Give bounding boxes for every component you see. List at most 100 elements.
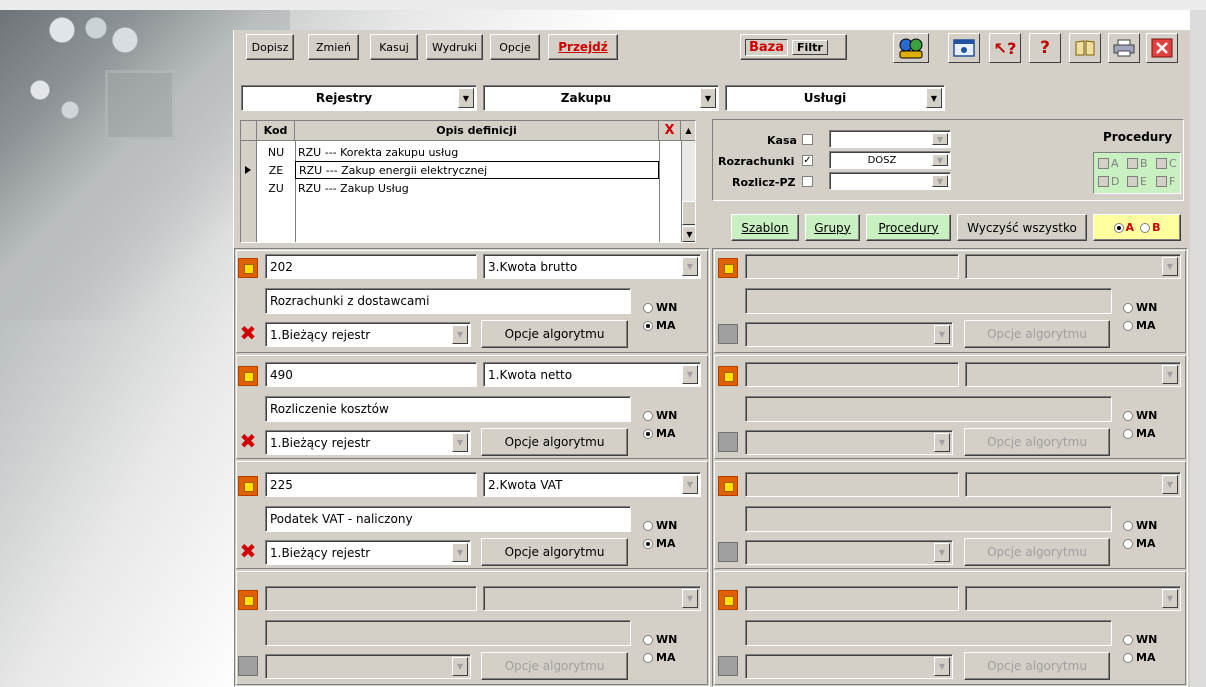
chevron-down-icon[interactable]: ▼	[932, 154, 948, 166]
chevron-down-icon[interactable]: ▼	[452, 325, 468, 344]
chevron-down-icon[interactable]: ▼	[1162, 589, 1178, 608]
chevron-down-icon[interactable]: ▼	[926, 88, 942, 108]
register-combo[interactable]: 1.Bieżący rejestr ▼	[265, 322, 471, 347]
ma-radio[interactable]: MA	[1123, 537, 1155, 550]
ma-radio[interactable]: MA	[1123, 651, 1155, 664]
chevron-down-icon[interactable]: ▼	[682, 257, 698, 276]
account-field[interactable]	[745, 586, 959, 611]
entry-active-icon[interactable]	[718, 366, 738, 386]
option-b-radio[interactable]: B	[1140, 221, 1160, 234]
chevron-down-icon[interactable]: ▼	[932, 175, 948, 187]
book-icon[interactable]	[1069, 33, 1101, 63]
kasa-checkbox[interactable]	[802, 134, 813, 145]
wn-radio[interactable]: WN	[643, 633, 677, 646]
rozrachunki-checkbox[interactable]: ✓	[802, 155, 813, 166]
scroll-thumb[interactable]	[682, 201, 695, 225]
proc-a-checkbox[interactable]: A	[1098, 157, 1119, 170]
chevron-down-icon[interactable]: ▼	[452, 543, 468, 562]
chevron-down-icon[interactable]: ▼	[700, 88, 716, 108]
chevron-down-icon[interactable]: ▼	[452, 433, 468, 452]
option-a-radio[interactable]: A	[1113, 221, 1134, 234]
account-name-field[interactable]	[745, 620, 1112, 646]
wn-radio[interactable]: WN	[643, 519, 677, 532]
entry-active-icon[interactable]	[718, 258, 738, 278]
entry-active-icon[interactable]	[718, 590, 738, 610]
rozliczpz-combo[interactable]: ▼	[829, 172, 951, 190]
ma-radio[interactable]: MA	[643, 427, 675, 440]
amount-type-combo[interactable]: ▼	[965, 472, 1181, 497]
proc-b-checkbox[interactable]: B	[1127, 157, 1148, 170]
register-combo[interactable]: ▼	[745, 540, 953, 565]
account-name-field[interactable]	[745, 396, 1112, 422]
wn-radio[interactable]: WN	[1123, 519, 1157, 532]
ma-radio[interactable]: MA	[643, 537, 675, 550]
ma-radio[interactable]: MA	[1123, 427, 1155, 440]
col-kod-header[interactable]: Kod	[257, 121, 295, 141]
rejestry-combo[interactable]: Rejestry ▼	[241, 85, 477, 111]
table-row-selected[interactable]: ZE RZU --- Zakup energii elektrycznej	[241, 161, 681, 179]
close-table-icon[interactable]: X	[659, 121, 681, 141]
account-name-field[interactable]: Podatek VAT - naliczony	[265, 506, 631, 532]
opcje-algorytmu-button[interactable]: Opcje algorytmu	[481, 320, 628, 348]
account-field[interactable]	[745, 362, 959, 387]
account-field[interactable]: 225	[265, 472, 477, 497]
amount-type-combo[interactable]: ▼	[965, 362, 1181, 387]
scroll-up-icon[interactable]: ▲	[681, 121, 695, 141]
kasa-combo[interactable]: ▼	[829, 130, 951, 148]
register-combo[interactable]: ▼	[265, 654, 471, 679]
context-help-icon[interactable]: ↖?	[989, 33, 1021, 63]
window-icon[interactable]	[948, 33, 980, 63]
amount-type-combo[interactable]: 2.Kwota VAT ▼	[483, 472, 701, 497]
entry-active-icon[interactable]	[238, 476, 258, 496]
account-name-field[interactable]	[265, 620, 631, 646]
wydruki-button[interactable]: Wydruki	[426, 34, 483, 60]
amount-type-combo[interactable]: ▼	[965, 254, 1181, 279]
opcje-button[interactable]: Opcje	[490, 34, 540, 60]
account-field[interactable]	[265, 586, 477, 611]
chevron-down-icon[interactable]: ▼	[682, 589, 698, 608]
wyczysc-button[interactable]: Wyczyść wszystko	[957, 214, 1087, 241]
opcje-algorytmu-button[interactable]: Opcje algorytmu	[481, 428, 628, 456]
register-combo[interactable]: ▼	[745, 430, 953, 455]
close-icon[interactable]	[1146, 33, 1178, 63]
ma-radio[interactable]: MA	[643, 651, 675, 664]
col-opis-header[interactable]: Opis definicji	[295, 121, 659, 141]
baza-button[interactable]: Baza	[745, 38, 789, 56]
chevron-down-icon[interactable]: ▼	[934, 543, 950, 562]
kasuj-button[interactable]: Kasuj	[370, 34, 418, 60]
help-icon[interactable]: ?	[1029, 33, 1061, 63]
account-name-field[interactable]	[745, 288, 1112, 314]
table-row[interactable]: ZU RZU --- Zakup Usług	[241, 179, 681, 197]
chevron-down-icon[interactable]: ▼	[1162, 257, 1178, 276]
register-combo[interactable]: ▼	[745, 654, 953, 679]
ma-radio[interactable]: MA	[1123, 319, 1155, 332]
chevron-down-icon[interactable]: ▼	[934, 433, 950, 452]
entry-active-icon[interactable]	[238, 590, 258, 610]
entry-active-icon[interactable]	[718, 476, 738, 496]
dopisz-button[interactable]: Dopisz	[246, 34, 294, 60]
amount-type-combo[interactable]: ▼	[483, 586, 701, 611]
chevron-down-icon[interactable]: ▼	[1162, 365, 1178, 384]
zmien-button[interactable]: Zmień	[308, 34, 359, 60]
account-field[interactable]	[745, 472, 959, 497]
wn-radio[interactable]: WN	[1123, 633, 1157, 646]
filtr-button[interactable]: Filtr	[792, 39, 828, 55]
amount-type-combo[interactable]: 3.Kwota brutto ▼	[483, 254, 701, 279]
entry-active-icon[interactable]	[238, 366, 258, 386]
wn-radio[interactable]: WN	[1123, 409, 1157, 422]
chevron-down-icon[interactable]: ▼	[1162, 475, 1178, 494]
grupy-button[interactable]: Grupy	[805, 214, 860, 241]
procedury-button[interactable]: Procedury	[866, 214, 951, 241]
opcje-algorytmu-button[interactable]: Opcje algorytmu	[964, 652, 1110, 680]
wn-radio[interactable]: WN	[643, 301, 677, 314]
wn-radio[interactable]: WN	[643, 409, 677, 422]
chevron-down-icon[interactable]: ▼	[682, 365, 698, 384]
opcje-algorytmu-button[interactable]: Opcje algorytmu	[964, 320, 1110, 348]
account-name-field[interactable]: Rozrachunki z dostawcami	[265, 288, 631, 314]
przejdz-button[interactable]: Przejdź	[548, 34, 618, 60]
amount-type-combo[interactable]: 1.Kwota netto ▼	[483, 362, 701, 387]
wn-radio[interactable]: WN	[1123, 301, 1157, 314]
chevron-down-icon[interactable]: ▼	[452, 657, 468, 676]
opcje-algorytmu-button[interactable]: Opcje algorytmu	[481, 538, 628, 566]
scroll-down-icon[interactable]: ▼	[682, 226, 695, 242]
